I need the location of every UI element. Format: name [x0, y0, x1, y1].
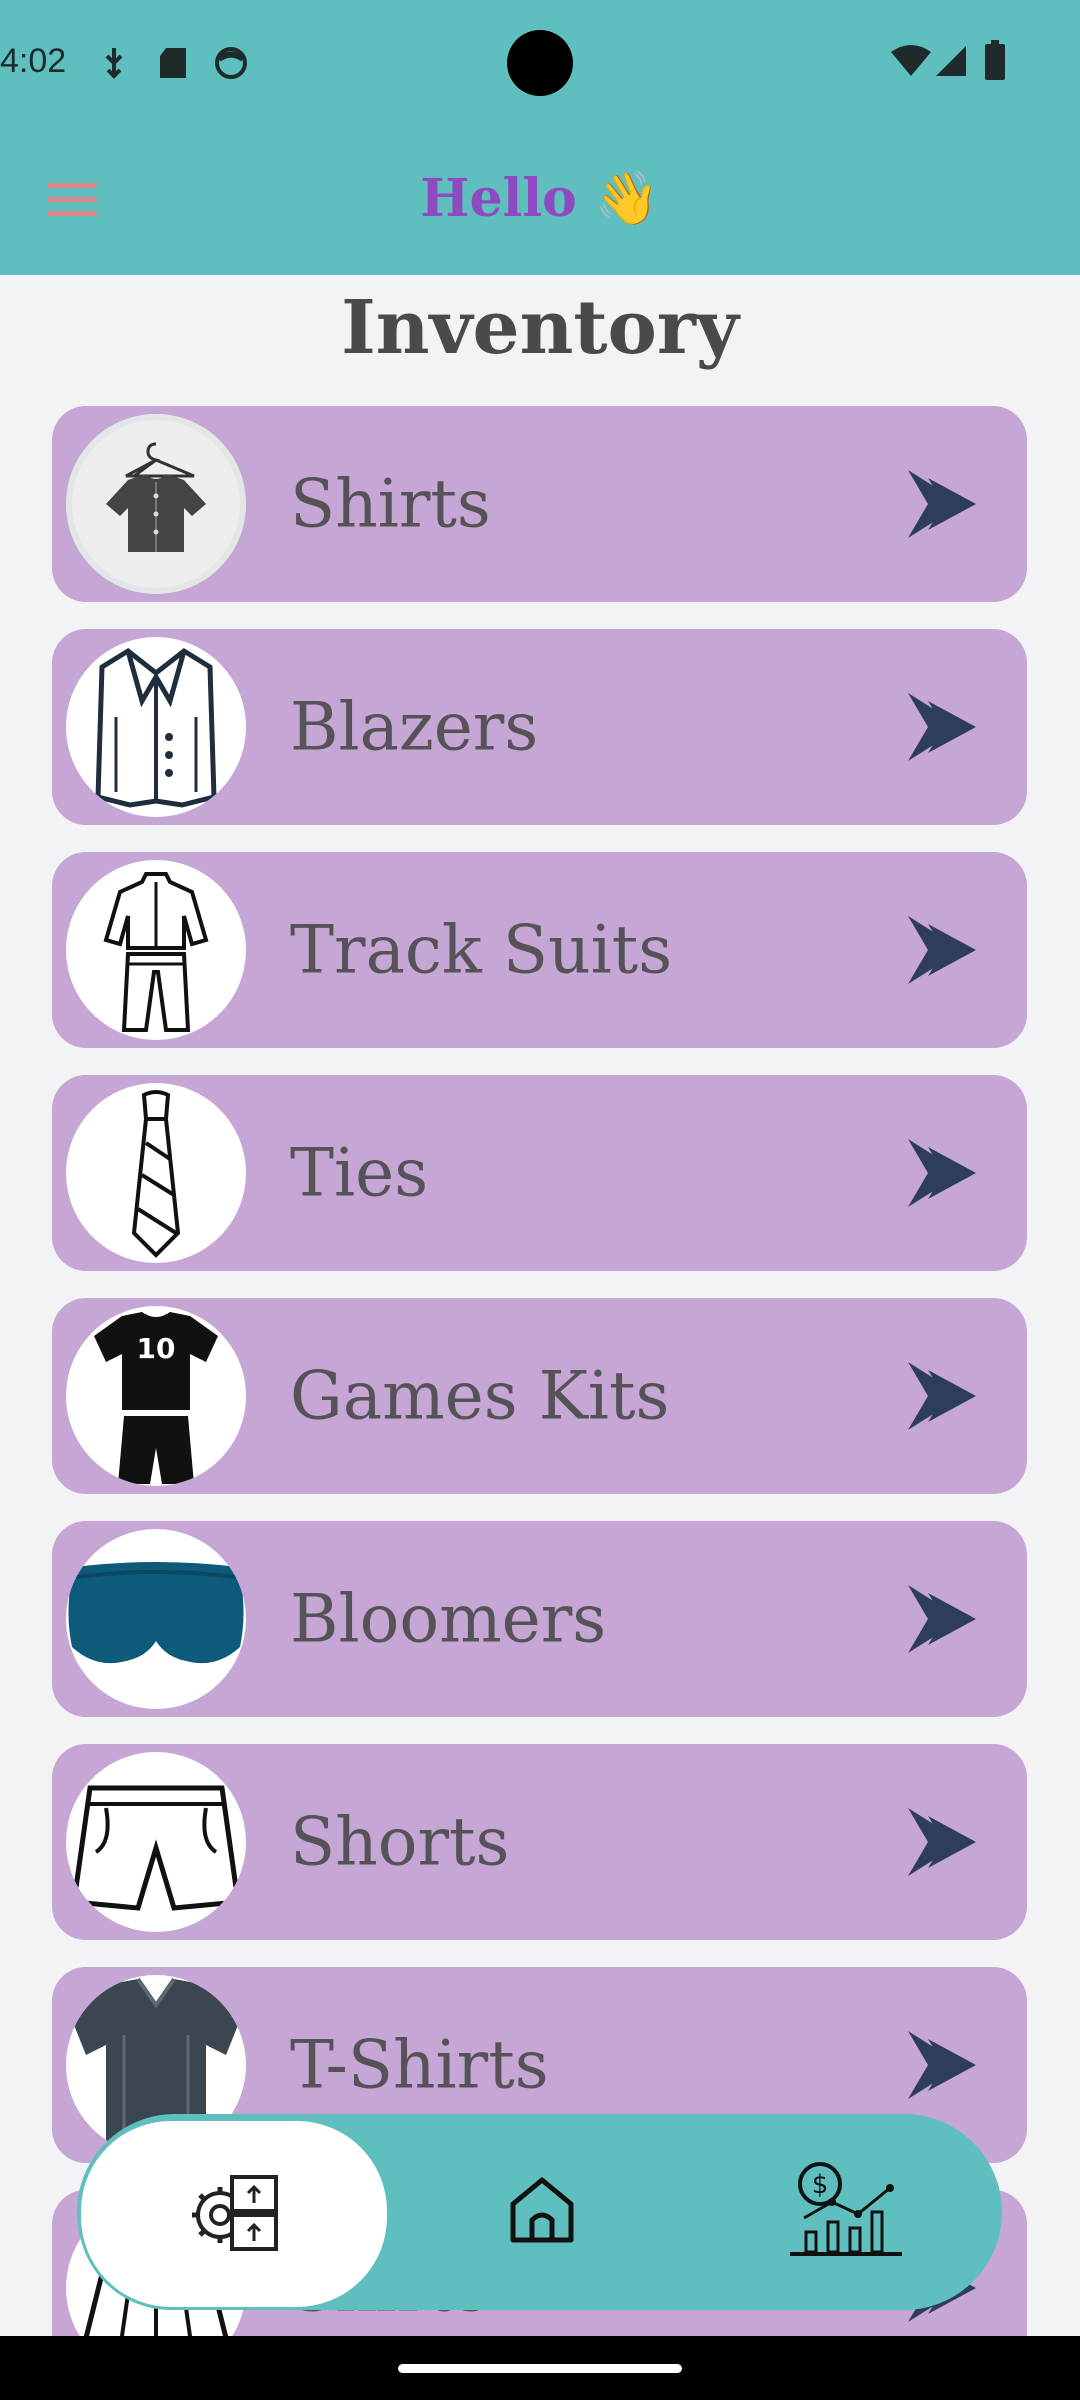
inventory-card-bloomers[interactable]: Bloomers [52, 1521, 1027, 1717]
inventory-settings-icon [192, 2175, 278, 2251]
face-icon [215, 47, 247, 79]
inventory-card-label: Games Kits [290, 1357, 670, 1435]
games-kit-icon: 10 [66, 1306, 246, 1486]
inventory-card-ties[interactable]: Ties [52, 1075, 1027, 1271]
double-chevron-right-icon [908, 470, 976, 538]
inventory-card-label: T-Shirts [290, 2026, 549, 2104]
status-time: 4:02 [0, 42, 67, 80]
double-chevron-right-icon [908, 1585, 976, 1653]
inventory-card-games-kits[interactable]: 10 Games Kits [52, 1298, 1027, 1494]
waving-hand-icon: 👋 [594, 169, 660, 229]
nav-inventory-tab[interactable] [78, 2118, 390, 2310]
home-gesture-indicator[interactable] [398, 2364, 682, 2373]
svg-text:10: 10 [137, 1332, 176, 1365]
cell-signal-icon [936, 46, 966, 76]
track-suit-icon [66, 860, 246, 1040]
page-title: Inventory [341, 285, 739, 371]
shorts-icon [66, 1752, 246, 1932]
sd-card-icon [160, 48, 186, 78]
wifi-icon [891, 45, 931, 76]
double-chevron-right-icon [908, 1808, 976, 1876]
greeting-text: Hello [420, 168, 577, 229]
inventory-card-shorts[interactable]: Shorts [52, 1744, 1027, 1940]
tie-icon [66, 1083, 246, 1263]
inventory-card-label: Blazers [290, 688, 539, 766]
inventory-card-label: Shorts [290, 1803, 510, 1881]
home-icon[interactable] [505, 2172, 579, 2246]
blazer-icon [66, 637, 246, 817]
battery-icon [985, 40, 1005, 80]
app-header: 4:02 Hello 👋 [0, 0, 1080, 275]
shirt-on-hanger-icon [66, 414, 246, 594]
double-chevron-right-icon [908, 693, 976, 761]
double-chevron-right-icon [908, 1362, 976, 1430]
inventory-card-label: Bloomers [290, 1580, 607, 1658]
usb-debug-icon [105, 48, 123, 79]
double-chevron-right-icon [908, 2031, 976, 2099]
inventory-card-shirts[interactable]: Shirts [52, 406, 1027, 602]
front-camera [507, 30, 573, 96]
greeting-title: Hello 👋 [0, 168, 1080, 229]
inventory-card-label: Ties [290, 1134, 429, 1212]
inventory-card-label: Shirts [290, 465, 491, 543]
sales-chart-icon[interactable]: $ [786, 2160, 906, 2260]
inventory-card-track-suits[interactable]: Track Suits [52, 852, 1027, 1048]
inventory-card-blazers[interactable]: Blazers [52, 629, 1027, 825]
bloomers-icon [66, 1529, 246, 1709]
double-chevron-right-icon [908, 916, 976, 984]
double-chevron-right-icon [908, 1139, 976, 1207]
inventory-card-label: Track Suits [290, 911, 673, 989]
svg-text:$: $ [812, 2170, 829, 2200]
